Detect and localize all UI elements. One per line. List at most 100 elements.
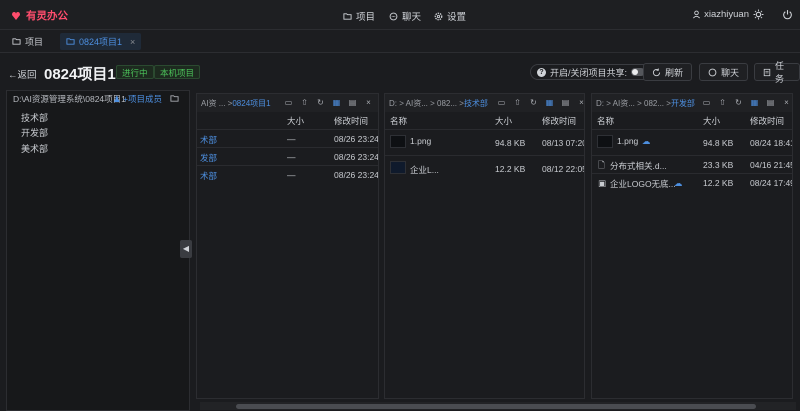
- table-row[interactable]: 发部 — 08/26 23:24: [197, 147, 378, 165]
- col-name[interactable]: 名称: [597, 115, 614, 130]
- file-size: 23.3 KB: [703, 160, 734, 170]
- col-size[interactable]: 大小: [495, 115, 512, 130]
- close-icon[interactable]: ×: [364, 98, 373, 107]
- col-modified[interactable]: 修改时间: [542, 115, 576, 130]
- upload-icon[interactable]: ⇧: [513, 98, 522, 107]
- new-folder-icon[interactable]: ▭: [702, 98, 711, 107]
- crumb-current[interactable]: 技术部: [464, 98, 488, 109]
- list-view-icon[interactable]: ▤: [561, 98, 570, 107]
- image-file-icon: ▣: [598, 178, 607, 188]
- power-icon[interactable]: [782, 9, 793, 20]
- refresh-button[interactable]: 刷新: [643, 63, 693, 81]
- close-icon[interactable]: ×: [577, 98, 584, 107]
- file-modified: 08/24 18:41: [750, 138, 793, 148]
- chat-label: 聊天: [721, 67, 740, 78]
- file-size: —: [287, 134, 296, 144]
- file-modified: 08/24 17:49: [750, 178, 793, 188]
- tree-item-art[interactable]: 美术部: [21, 142, 48, 155]
- horizontal-scrollbar[interactable]: [200, 402, 796, 410]
- crumb-prefix[interactable]: D: > AI资... > 082... >: [389, 98, 464, 109]
- file-modified: 08/12 22:05: [542, 164, 585, 174]
- back-button[interactable]: ←返回: [8, 67, 37, 81]
- image-thumbnail: [390, 135, 406, 148]
- share-label: 开启/关闭项目共享:: [550, 67, 628, 78]
- new-folder-icon[interactable]: ▭: [284, 98, 293, 107]
- new-folder-icon[interactable]: [170, 94, 179, 103]
- file-name: 1.png: [410, 136, 432, 146]
- table-row[interactable]: 1.png ☁ 94.8 KB 08/24 18:41: [592, 129, 793, 155]
- refresh-icon: [652, 68, 661, 76]
- task-button[interactable]: 任务: [754, 61, 800, 84]
- theme-sun-icon[interactable]: [753, 9, 764, 20]
- user-icon: [693, 10, 701, 19]
- panel-toolbar: ▭ ⇧ ↻ ▦ ▤ ×: [497, 98, 584, 107]
- refresh-icon[interactable]: ↻: [529, 98, 538, 107]
- app-logo[interactable]: 有灵办公: [11, 8, 68, 23]
- col-modified[interactable]: 修改时间: [334, 115, 368, 130]
- nav-chat[interactable]: 聊天: [389, 9, 421, 23]
- grid-view-icon[interactable]: ▦: [332, 98, 341, 107]
- col-modified[interactable]: 修改时间: [750, 115, 784, 130]
- tree-item-tech[interactable]: 技术部: [21, 111, 48, 124]
- refresh-icon[interactable]: ↻: [734, 98, 743, 107]
- grid-view-icon[interactable]: ▦: [545, 98, 554, 107]
- table-row[interactable]: ▣ 企业LOGO无底... ☁ 12.2 KB 08/24 17:49: [592, 173, 793, 191]
- col-size[interactable]: 大小: [287, 115, 304, 130]
- col-name[interactable]: 名称: [390, 115, 407, 130]
- list-view-icon[interactable]: ▤: [766, 98, 775, 107]
- file-panel-project: AI资 ... > 0824项目1 ▭ ⇧ ↻ ▦ ▤ × 大小 修改时间 术部…: [196, 93, 379, 399]
- file-modified: 04/16 21:45: [750, 160, 793, 170]
- file-size: —: [287, 170, 296, 180]
- scrollbar-thumb[interactable]: [236, 404, 756, 409]
- table-row[interactable]: 术部 — 08/26 23:24: [197, 165, 378, 183]
- chat-icon: [708, 68, 717, 76]
- crumb-prefix[interactable]: D: > AI资... > 082... >: [596, 98, 671, 109]
- grid-view-icon[interactable]: ▦: [750, 98, 759, 107]
- new-folder-icon[interactable]: ▭: [497, 98, 506, 107]
- tree-item-dev[interactable]: 开发部: [21, 126, 48, 139]
- document-icon: 🗋: [598, 160, 605, 170]
- refresh-icon[interactable]: ↻: [316, 98, 325, 107]
- file-name: 分布式相关.d...: [610, 161, 667, 171]
- table-row[interactable]: 🗋 分布式相关.d... 23.3 KB 04/16 21:45: [592, 155, 793, 173]
- panel-toolbar: ▭ ⇧ ↻ ▦ ▤ ×: [702, 98, 791, 107]
- col-size[interactable]: 大小: [703, 115, 720, 130]
- table-row[interactable]: 术部 — 08/26 23:24: [197, 129, 378, 147]
- table-row[interactable]: 企业L... 12.2 KB 08/12 22:05: [385, 155, 585, 181]
- task-icon: [763, 68, 771, 76]
- share-toggle-control[interactable]: ? 开启/关闭项目共享:: [530, 64, 653, 80]
- upload-icon[interactable]: ⇧: [300, 98, 309, 107]
- help-icon: ?: [537, 67, 546, 77]
- file-name: 1.png: [617, 136, 639, 146]
- nav-projects[interactable]: 项目: [343, 9, 375, 23]
- nav-settings-label: 设置: [447, 12, 467, 23]
- app-name: 有灵办公: [26, 10, 68, 22]
- crumb-prefix[interactable]: AI资 ... >: [201, 98, 232, 109]
- tab-0824-project[interactable]: 0824项目1 ×: [60, 33, 142, 50]
- collapse-sidebar-button[interactable]: ◀: [180, 240, 192, 258]
- add-member-button[interactable]: ♟ +项目成员: [113, 93, 162, 105]
- file-size: 12.2 KB: [703, 178, 734, 188]
- table-row[interactable]: 1.png 94.8 KB 08/13 07:20: [385, 129, 584, 155]
- crumb-current[interactable]: 开发部: [671, 98, 695, 109]
- folder-icon: [12, 38, 21, 45]
- page-title: 0824项目1: [44, 66, 116, 83]
- list-view-icon[interactable]: ▤: [348, 98, 357, 107]
- nav-settings[interactable]: 设置: [434, 9, 466, 23]
- task-label: 任务: [775, 61, 785, 84]
- nav-projects-label: 项目: [356, 12, 376, 23]
- crumb-current[interactable]: 0824项目1: [232, 98, 270, 109]
- user-menu[interactable]: xiazhiyuan: [692, 9, 749, 20]
- chat-button[interactable]: 聊天: [699, 63, 749, 81]
- tab-projects-label: 项目: [25, 37, 44, 47]
- close-tab-icon[interactable]: ×: [130, 37, 135, 47]
- file-size: 94.8 KB: [703, 138, 734, 148]
- folder-open-icon: [66, 38, 75, 45]
- file-panel-dev: D: > AI资... > 082... > 开发部 ▭ ⇧ ↻ ▦ ▤ × 名…: [591, 93, 793, 399]
- close-icon[interactable]: ×: [782, 98, 791, 107]
- upload-icon[interactable]: ⇧: [718, 98, 727, 107]
- local-project-badge: 本机项目: [154, 65, 201, 79]
- image-thumbnail: [597, 135, 613, 148]
- tab-projects[interactable]: 项目: [6, 33, 49, 50]
- nav-chat-label: 聊天: [402, 12, 422, 23]
